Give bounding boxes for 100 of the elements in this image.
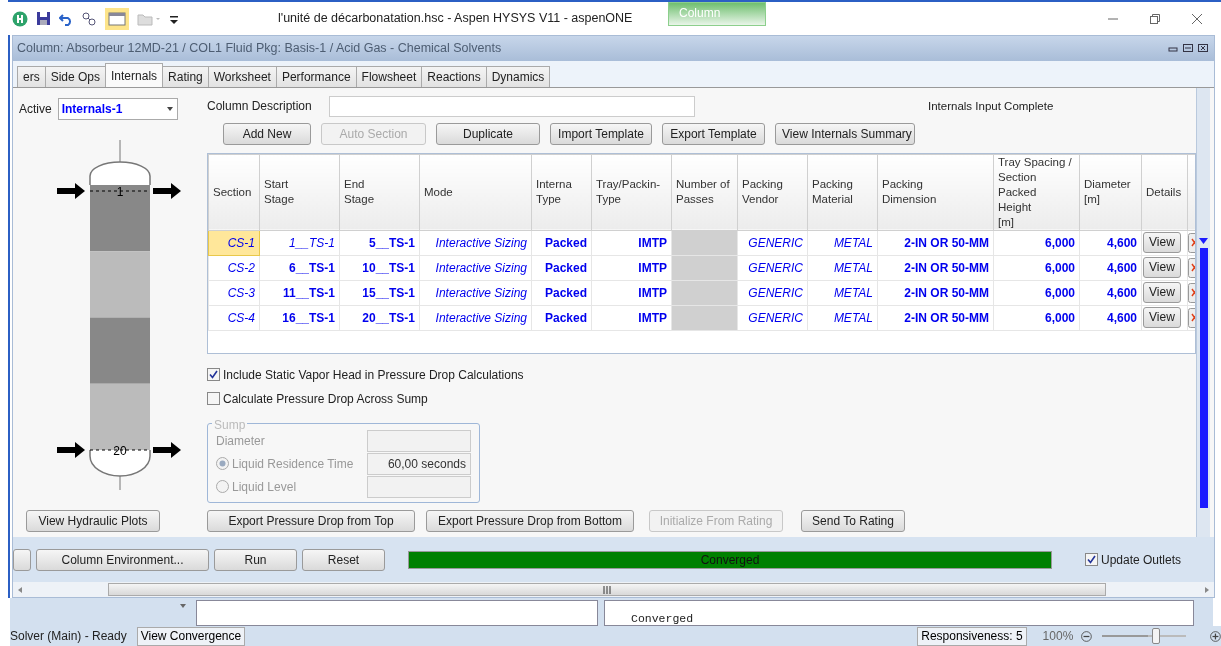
vertical-scrollbar[interactable] xyxy=(1196,87,1210,538)
tab[interactable]: Flowsheet xyxy=(355,65,423,87)
table-cell[interactable]: Interactive Sizing xyxy=(419,305,532,331)
table-cell[interactable]: METAL xyxy=(807,230,878,256)
table-cell[interactable]: CS-3 xyxy=(208,280,260,306)
close-icon[interactable] xyxy=(1198,44,1208,53)
footer-button[interactable]: Reset xyxy=(302,548,385,571)
tab[interactable]: Worksheet xyxy=(207,65,277,87)
description-field[interactable] xyxy=(329,95,695,117)
action-button[interactable]: Export Pressure Drop from Bottom xyxy=(426,509,634,532)
table-cell[interactable]: Packed xyxy=(531,255,592,281)
view-button[interactable]: View xyxy=(1143,307,1181,329)
scroll-thumb[interactable] xyxy=(108,583,1106,596)
app-logo-icon[interactable] xyxy=(12,10,28,27)
restore-icon[interactable] xyxy=(1149,12,1161,25)
table-cell[interactable]: 5__TS-1 xyxy=(339,230,420,256)
tab[interactable]: Rating xyxy=(162,65,209,87)
table-cell[interactable]: 16__TS-1 xyxy=(259,305,340,331)
table-cell[interactable]: 6,000 xyxy=(993,305,1080,331)
zoom-slider-thumb[interactable] xyxy=(1152,628,1161,644)
table-cell[interactable]: 6,000 xyxy=(993,280,1080,306)
stage-label: 1 xyxy=(116,184,124,199)
view-button[interactable]: View xyxy=(1143,257,1181,279)
log-text: Converged xyxy=(631,613,695,625)
table-cell[interactable]: METAL xyxy=(807,280,878,306)
toolbar-button[interactable]: View Internals Summary xyxy=(775,122,915,145)
column-header: Diameter [m] xyxy=(1079,154,1142,231)
table-cell[interactable]: 4,600 xyxy=(1079,280,1142,306)
view-convergence-button[interactable]: View Convergence xyxy=(136,626,246,646)
table-cell[interactable]: 15__TS-1 xyxy=(339,280,420,306)
toolbar-button[interactable]: Import Template xyxy=(550,122,652,145)
footer-button[interactable]: Column Environment... xyxy=(36,548,209,571)
table-cell[interactable]: 20__TS-1 xyxy=(339,305,420,331)
table-cell[interactable]: IMTP xyxy=(591,305,672,331)
table-cell[interactable]: GENERIC xyxy=(737,305,808,331)
table-cell[interactable]: 6__TS-1 xyxy=(259,255,340,281)
table-cell[interactable]: 6,000 xyxy=(993,255,1080,281)
scroll-down-icon[interactable] xyxy=(1199,237,1208,244)
checkbox[interactable] xyxy=(1085,553,1098,567)
table-cell[interactable]: METAL xyxy=(807,255,878,281)
zoom-in-icon[interactable] xyxy=(1210,629,1221,643)
tab[interactable]: ers xyxy=(17,65,46,87)
maximize-icon[interactable] xyxy=(1183,44,1193,53)
tab[interactable]: Side Ops xyxy=(44,65,107,87)
action-button[interactable]: Send To Rating xyxy=(801,509,905,532)
table-cell[interactable]: 11__TS-1 xyxy=(259,280,340,306)
zoom-out-icon[interactable] xyxy=(1081,629,1093,643)
table-cell[interactable]: IMTP xyxy=(591,230,672,256)
responsiveness-button[interactable]: Responsiveness: 5 xyxy=(917,626,1027,646)
table-cell[interactable]: CS-4 xyxy=(208,305,260,331)
toolbar-button[interactable]: Export Template xyxy=(662,122,765,145)
close-icon[interactable] xyxy=(1191,12,1203,25)
table-cell[interactable]: IMTP xyxy=(591,280,672,306)
tab[interactable]: Internals xyxy=(105,62,164,87)
table-cell[interactable]: IMTP xyxy=(591,255,672,281)
table-cell[interactable]: Packed xyxy=(531,305,592,331)
table-cell[interactable]: Interactive Sizing xyxy=(419,230,532,256)
table-cell[interactable]: GENERIC xyxy=(737,280,808,306)
table-cell[interactable]: 4,600 xyxy=(1079,305,1142,331)
tab[interactable]: Performance xyxy=(275,65,357,87)
network-icon[interactable] xyxy=(81,10,97,27)
save-icon[interactable] xyxy=(36,11,51,26)
toolbar-button[interactable]: Duplicate xyxy=(436,122,540,145)
dropdown-icon[interactable] xyxy=(180,604,186,608)
window-icon[interactable] xyxy=(105,7,129,30)
horizontal-scrollbar[interactable] xyxy=(13,582,1214,597)
table-cell[interactable]: METAL xyxy=(807,305,878,331)
footer-button[interactable]: Run xyxy=(214,548,297,571)
table-cell[interactable]: 2-IN OR 50-MM xyxy=(877,280,994,306)
table-cell[interactable]: CS-2 xyxy=(208,255,260,281)
active-dropdown[interactable]: Internals-1 xyxy=(57,97,178,120)
tab[interactable]: Dynamics xyxy=(485,65,551,87)
table-cell[interactable]: Interactive Sizing xyxy=(419,280,532,306)
tab[interactable]: Reactions xyxy=(421,65,487,87)
toolbar-button[interactable]: Add New xyxy=(223,122,311,145)
view-button[interactable]: View xyxy=(1143,282,1181,304)
undo-icon[interactable] xyxy=(59,11,73,26)
table-cell[interactable]: Packed xyxy=(531,280,592,306)
table-cell[interactable]: 4,600 xyxy=(1079,255,1142,281)
table-cell[interactable]: GENERIC xyxy=(737,255,808,281)
cut-off-button[interactable] xyxy=(13,548,31,571)
table-cell[interactable]: CS-1 xyxy=(208,230,260,256)
table-cell[interactable]: 1__TS-1 xyxy=(259,230,340,256)
checkbox[interactable] xyxy=(207,368,220,382)
table-cell[interactable]: 4,600 xyxy=(1079,230,1142,256)
view-hydraulic-plots-button[interactable]: View Hydraulic Plots xyxy=(26,509,160,532)
table-cell[interactable]: 2-IN OR 50-MM xyxy=(877,305,994,331)
table-cell[interactable]: 6,000 xyxy=(993,230,1080,256)
view-button[interactable]: View xyxy=(1143,232,1181,254)
action-button[interactable]: Export Pressure Drop from Top xyxy=(207,509,415,532)
checkbox[interactable] xyxy=(207,392,220,406)
table-cell[interactable]: 2-IN OR 50-MM xyxy=(877,230,994,256)
table-cell[interactable]: 10__TS-1 xyxy=(339,255,420,281)
table-cell[interactable]: Interactive Sizing xyxy=(419,255,532,281)
scroll-thumb[interactable] xyxy=(1199,247,1208,508)
column-header: Packing Material xyxy=(807,154,878,231)
table-cell[interactable]: GENERIC xyxy=(737,230,808,256)
table-cell[interactable]: 2-IN OR 50-MM xyxy=(877,255,994,281)
table-cell[interactable]: Packed xyxy=(531,230,592,256)
minimize-icon[interactable] xyxy=(1168,44,1178,53)
